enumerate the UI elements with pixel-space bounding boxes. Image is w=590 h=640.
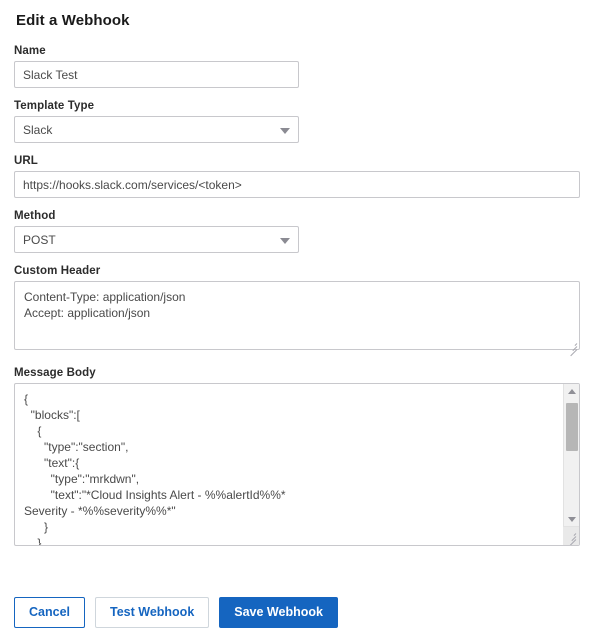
custom-header-textarea[interactable]: Content-Type: application/json Accept: a…: [14, 281, 580, 350]
method-value[interactable]: [14, 226, 299, 253]
edit-webhook-form: Edit a Webhook Name Template Type URL Me…: [0, 0, 590, 640]
scrollbar-thumb[interactable]: [566, 403, 578, 451]
custom-header-label: Custom Header: [14, 265, 101, 277]
test-webhook-button[interactable]: Test Webhook: [95, 597, 210, 628]
form-actions: Cancel Test Webhook Save Webhook: [14, 597, 338, 628]
name-label: Name: [14, 45, 46, 57]
template-type-label: Template Type: [14, 100, 95, 112]
url-label: URL: [14, 155, 38, 167]
message-body-scrollbar[interactable]: [563, 384, 579, 545]
field-custom-header: Custom Header Content-Type: application/…: [14, 265, 580, 357]
url-input[interactable]: [14, 171, 580, 198]
message-body-textarea[interactable]: { "blocks":[ { "type":"section", "text":…: [15, 384, 563, 545]
field-method: Method: [14, 210, 580, 253]
template-type-select[interactable]: [14, 116, 299, 143]
method-label: Method: [14, 210, 56, 222]
scroll-up-arrow-icon[interactable]: [564, 384, 579, 400]
custom-header-wrapper: Content-Type: application/json Accept: a…: [14, 281, 580, 357]
name-input[interactable]: [14, 61, 299, 88]
field-message-body: Message Body { "blocks":[ { "type":"sect…: [14, 367, 580, 546]
cancel-button[interactable]: Cancel: [14, 597, 85, 628]
page-title: Edit a Webhook: [16, 12, 130, 29]
field-url: URL: [14, 155, 580, 198]
save-webhook-button[interactable]: Save Webhook: [219, 597, 338, 628]
scroll-down-arrow-icon[interactable]: [564, 511, 579, 527]
scrollbar-corner: [563, 526, 579, 545]
method-select[interactable]: [14, 226, 299, 253]
message-body-label: Message Body: [14, 367, 96, 379]
template-type-value[interactable]: [14, 116, 299, 143]
field-name: Name: [14, 45, 580, 88]
message-body-wrapper: { "blocks":[ { "type":"section", "text":…: [14, 383, 580, 546]
field-template-type: Template Type: [14, 100, 580, 143]
